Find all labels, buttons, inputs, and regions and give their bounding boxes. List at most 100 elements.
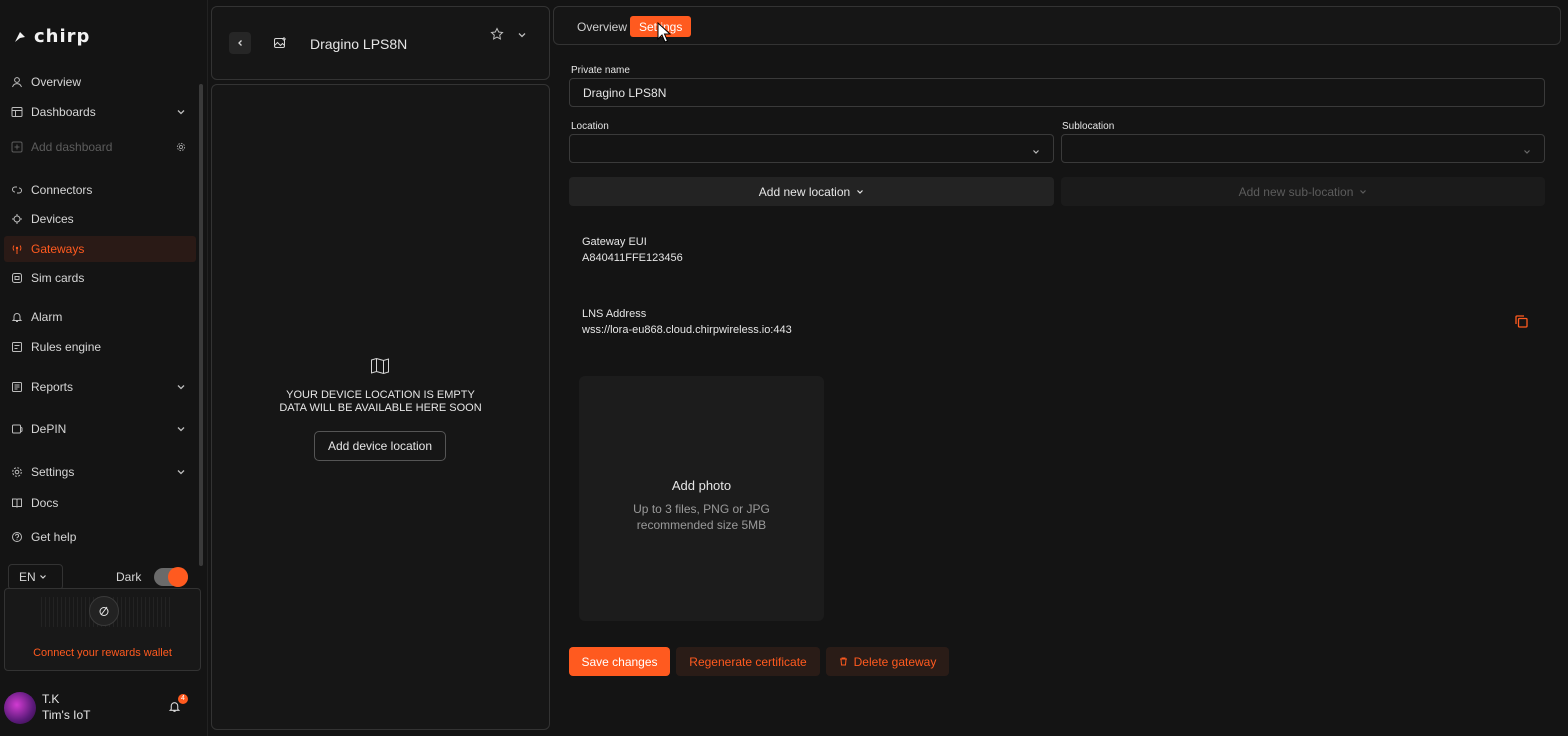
sidebar-item-label: Overview xyxy=(31,75,82,89)
lns-address-label: LNS Address xyxy=(582,308,647,320)
sublocation-label: Sublocation xyxy=(1062,121,1115,132)
location-select[interactable] xyxy=(569,134,1054,163)
chirp-logo-icon xyxy=(15,31,25,42)
user-profile[interactable]: T.K Tim's IoT 4 xyxy=(4,690,200,726)
save-changes-button[interactable]: Save changes xyxy=(569,647,670,676)
photo-hint: Up to 3 files, PNG or JPG xyxy=(633,502,770,516)
notification-badge: 4 xyxy=(178,694,188,704)
private-name-input[interactable]: Dragino LPS8N xyxy=(569,78,1545,107)
add-device-location-button[interactable]: Add device location xyxy=(314,431,446,461)
rules-icon xyxy=(10,340,24,354)
chevron-down-icon[interactable] xyxy=(517,29,527,39)
tab-overview[interactable]: Overview xyxy=(568,16,636,37)
sidebar-item-label: Docs xyxy=(31,496,59,510)
chevron-down-icon xyxy=(177,385,185,390)
sidebar-item-label: DePIN xyxy=(31,422,67,436)
sidebar-item-label: Add dashboard xyxy=(31,140,113,154)
sidebar-item-label: Reports xyxy=(31,380,74,394)
wallet-icon xyxy=(89,596,119,626)
sidebar-item-sim-cards[interactable]: Sim cards xyxy=(4,265,196,291)
organization-name: Tim's IoT xyxy=(42,708,91,722)
add-location-label: Add new location xyxy=(758,184,851,199)
depin-icon xyxy=(10,422,24,436)
chevron-down-icon xyxy=(39,575,46,579)
chip-icon xyxy=(10,212,24,226)
location-panel: YOUR DEVICE LOCATION IS EMPTY DATA WILL … xyxy=(211,84,550,730)
toggle-knob xyxy=(168,567,188,587)
delete-gateway-label: Delete gateway xyxy=(853,654,937,669)
photo-size-hint: recommended size 5MB xyxy=(636,518,767,532)
sidebar-item-rules-engine[interactable]: Rules engine xyxy=(4,334,196,360)
sublocation-select[interactable] xyxy=(1061,134,1545,163)
chevron-down-icon xyxy=(1523,145,1531,154)
sidebar-item-reports[interactable]: Reports xyxy=(4,374,196,400)
gear-icon[interactable] xyxy=(176,142,186,152)
sidebar-item-alarm[interactable]: Alarm xyxy=(4,304,196,330)
add-icon xyxy=(10,140,24,154)
sidebar-item-label: Sim cards xyxy=(31,271,85,285)
brand-name: chirp xyxy=(34,26,91,47)
sidebar-scrollbar[interactable] xyxy=(199,84,203,566)
theme-label: Dark xyxy=(116,570,142,584)
lns-address-value: wss://lora-eu868.cloud.chirpwireless.io:… xyxy=(582,324,792,336)
copy-icon[interactable] xyxy=(1514,314,1530,330)
chevron-down-icon xyxy=(1032,145,1040,154)
add-photo-title: Add photo xyxy=(671,478,732,493)
language-select[interactable]: EN xyxy=(8,564,63,590)
gateway-eui-label: Gateway EUI xyxy=(582,236,647,248)
sidebar-item-docs[interactable]: Docs xyxy=(4,490,196,516)
sim-icon xyxy=(10,271,24,285)
rewards-card: Connect your rewards wallet xyxy=(4,588,201,671)
photo-upload-area[interactable]: Add photo Up to 3 files, PNG or JPG reco… xyxy=(579,376,824,621)
empty-location-text: YOUR DEVICE LOCATION IS EMPTY xyxy=(286,389,475,401)
add-new-sublocation-button[interactable]: Add new sub-location xyxy=(1061,177,1545,206)
sidebar-item-connectors[interactable]: Connectors xyxy=(4,177,196,203)
mouse-cursor-icon xyxy=(657,22,671,43)
image-icon[interactable] xyxy=(273,36,289,52)
sidebar-item-add-dashboard[interactable]: Add dashboard xyxy=(4,134,196,160)
sidebar: chirp Overview Dashboards Add dashboard … xyxy=(0,0,208,736)
delete-gateway-button[interactable]: Delete gateway xyxy=(826,647,949,676)
sidebar-item-get-help[interactable]: Get help xyxy=(4,524,196,550)
antenna-icon xyxy=(10,242,24,256)
sidebar-item-label: Alarm xyxy=(31,310,63,324)
sidebar-item-settings[interactable]: Settings xyxy=(4,459,196,485)
private-name-label: Private name xyxy=(571,65,630,76)
chevron-down-icon xyxy=(177,427,185,432)
connector-icon xyxy=(10,183,24,197)
theme-toggle[interactable] xyxy=(154,567,188,587)
book-icon xyxy=(10,496,24,510)
map-icon xyxy=(370,357,390,375)
device-title: Dragino LPS8N xyxy=(310,36,408,52)
add-sublocation-label: Add new sub-location xyxy=(1238,184,1354,199)
sidebar-item-devices[interactable]: Devices xyxy=(4,206,196,232)
add-new-location-button[interactable]: Add new location xyxy=(569,177,1054,206)
logo[interactable]: chirp xyxy=(12,26,90,47)
chevron-left-icon xyxy=(238,40,242,46)
sidebar-item-dashboards[interactable]: Dashboards xyxy=(4,99,196,125)
gateway-eui-value: A840411FFE123456 xyxy=(582,252,683,264)
sidebar-item-label: Devices xyxy=(31,212,74,226)
sidebar-item-overview[interactable]: Overview xyxy=(4,69,196,95)
star-icon[interactable] xyxy=(490,27,504,41)
user-name: T.K xyxy=(42,692,60,706)
regenerate-certificate-button[interactable]: Regenerate certificate xyxy=(676,647,820,676)
sidebar-item-label: Gateways xyxy=(31,242,85,256)
trash-icon xyxy=(839,657,847,666)
chevron-down-icon xyxy=(177,110,185,115)
report-icon xyxy=(10,380,24,394)
sidebar-item-label: Get help xyxy=(31,530,77,544)
tab-bar: Overview Settings xyxy=(553,6,1561,45)
device-header: Dragino LPS8N xyxy=(211,6,550,80)
sidebar-item-gateways[interactable]: Gateways xyxy=(4,236,196,262)
connect-wallet-link[interactable]: Connect your rewards wallet xyxy=(5,647,200,659)
bell-icon xyxy=(10,310,24,324)
chevron-down-icon xyxy=(857,189,864,194)
chevron-down-icon xyxy=(177,470,185,475)
sidebar-item-depin[interactable]: DePIN xyxy=(4,416,196,442)
avatar[interactable] xyxy=(4,692,36,724)
back-button[interactable] xyxy=(229,32,251,54)
chevron-down-icon xyxy=(1360,189,1367,194)
help-icon xyxy=(10,530,24,544)
location-label: Location xyxy=(571,121,609,132)
